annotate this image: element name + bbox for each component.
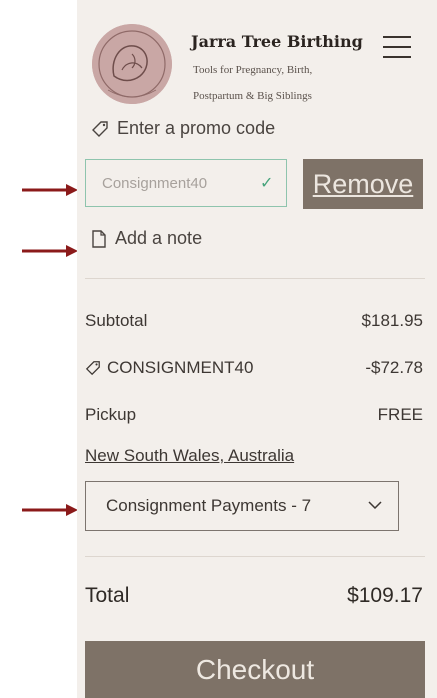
total-row: Total $109.17 bbox=[85, 584, 423, 608]
pickup-value: FREE bbox=[377, 405, 423, 424]
store-header: Jarra Tree Birthing Tools for Pregnancy,… bbox=[77, 20, 437, 110]
divider bbox=[85, 556, 425, 557]
chevron-down-icon bbox=[368, 501, 382, 510]
discount-value: -$72.78 bbox=[365, 358, 423, 377]
pickup-option-selected: Consignment Payments - 7 bbox=[106, 496, 312, 515]
annotation-arrow bbox=[22, 184, 78, 196]
pickup-row: Pickup FREE bbox=[85, 405, 423, 425]
jarra-tree-logo-icon[interactable] bbox=[92, 24, 172, 104]
annotation-arrow bbox=[22, 245, 78, 257]
checkout-button[interactable]: Checkout bbox=[85, 641, 425, 698]
promo-code-input[interactable] bbox=[100, 173, 254, 193]
pickup-label: Pickup bbox=[85, 405, 137, 424]
brand-title: Jarra Tree Birthing bbox=[191, 32, 363, 51]
brand-tagline: Postpartum & Big Siblings bbox=[193, 90, 312, 102]
total-value: $109.17 bbox=[347, 584, 423, 607]
note-icon bbox=[92, 229, 106, 248]
tag-icon bbox=[92, 120, 108, 137]
subtotal-row: Subtotal $181.95 bbox=[85, 311, 423, 331]
check-icon: ✓ bbox=[260, 175, 274, 192]
add-note-label: Add a note bbox=[115, 228, 203, 248]
hamburger-menu-icon[interactable] bbox=[383, 34, 411, 58]
annotation-arrow bbox=[22, 504, 78, 516]
cart-panel: Jarra Tree Birthing Tools for Pregnancy,… bbox=[77, 0, 437, 698]
divider bbox=[85, 278, 425, 279]
pickup-option-select[interactable]: Consignment Payments - 7 bbox=[85, 481, 399, 531]
pickup-location-link[interactable]: New South Wales, Australia bbox=[85, 446, 294, 466]
remove-promo-button[interactable]: Remove bbox=[303, 159, 423, 209]
total-label: Total bbox=[85, 584, 130, 607]
add-note-link[interactable]: Add a note bbox=[91, 228, 202, 249]
subtotal-value: $181.95 bbox=[361, 311, 423, 330]
discount-row: CONSIGNMENT40 -$72.78 bbox=[85, 358, 423, 378]
promo-code-link[interactable]: Enter a promo code bbox=[91, 118, 275, 139]
subtotal-label: Subtotal bbox=[85, 311, 148, 330]
promo-code-field[interactable]: ✓ bbox=[85, 159, 287, 207]
promo-link-label: Enter a promo code bbox=[117, 118, 276, 138]
brand-tagline: Tools for Pregnancy, Birth, bbox=[193, 64, 313, 76]
discount-code-label: CONSIGNMENT40 bbox=[107, 358, 254, 377]
tag-icon bbox=[85, 361, 100, 376]
